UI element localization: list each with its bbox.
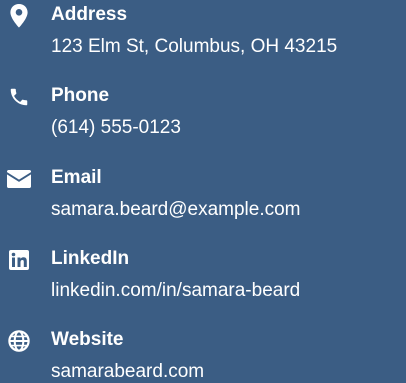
email-link[interactable]: samara.beard@example.com (51, 197, 301, 223)
globe-icon (6, 329, 32, 353)
contact-item-linkedin: LinkedIn linkedin.com/in/samara-beard (0, 246, 406, 308)
contact-info-list: Address 123 Elm St, Columbus, OH 43215 P… (0, 0, 406, 383)
website-link[interactable]: samarabeard.com (51, 359, 204, 383)
email-label: Email (51, 167, 102, 188)
linkedin-label: LinkedIn (51, 248, 130, 269)
phone-label: Phone (51, 85, 110, 106)
website-label: Website (51, 329, 124, 350)
contact-item-phone: Phone (614) 555-0123 (0, 83, 406, 145)
address-value: 123 Elm St, Columbus, OH 43215 (51, 36, 338, 57)
phone-link[interactable]: (614) 555-0123 (51, 115, 181, 141)
contact-item-email: Email samara.beard@example.com (0, 165, 406, 227)
linkedin-link[interactable]: linkedin.com/in/samara-beard (51, 278, 300, 304)
map-pin-icon (6, 4, 32, 28)
contact-item-website: Website samarabeard.com (0, 327, 406, 383)
address-label: Address (51, 4, 128, 25)
envelope-icon (6, 167, 32, 191)
contact-item-address: Address 123 Elm St, Columbus, OH 43215 (0, 2, 406, 64)
linkedin-icon (6, 248, 32, 272)
phone-icon (6, 85, 32, 109)
